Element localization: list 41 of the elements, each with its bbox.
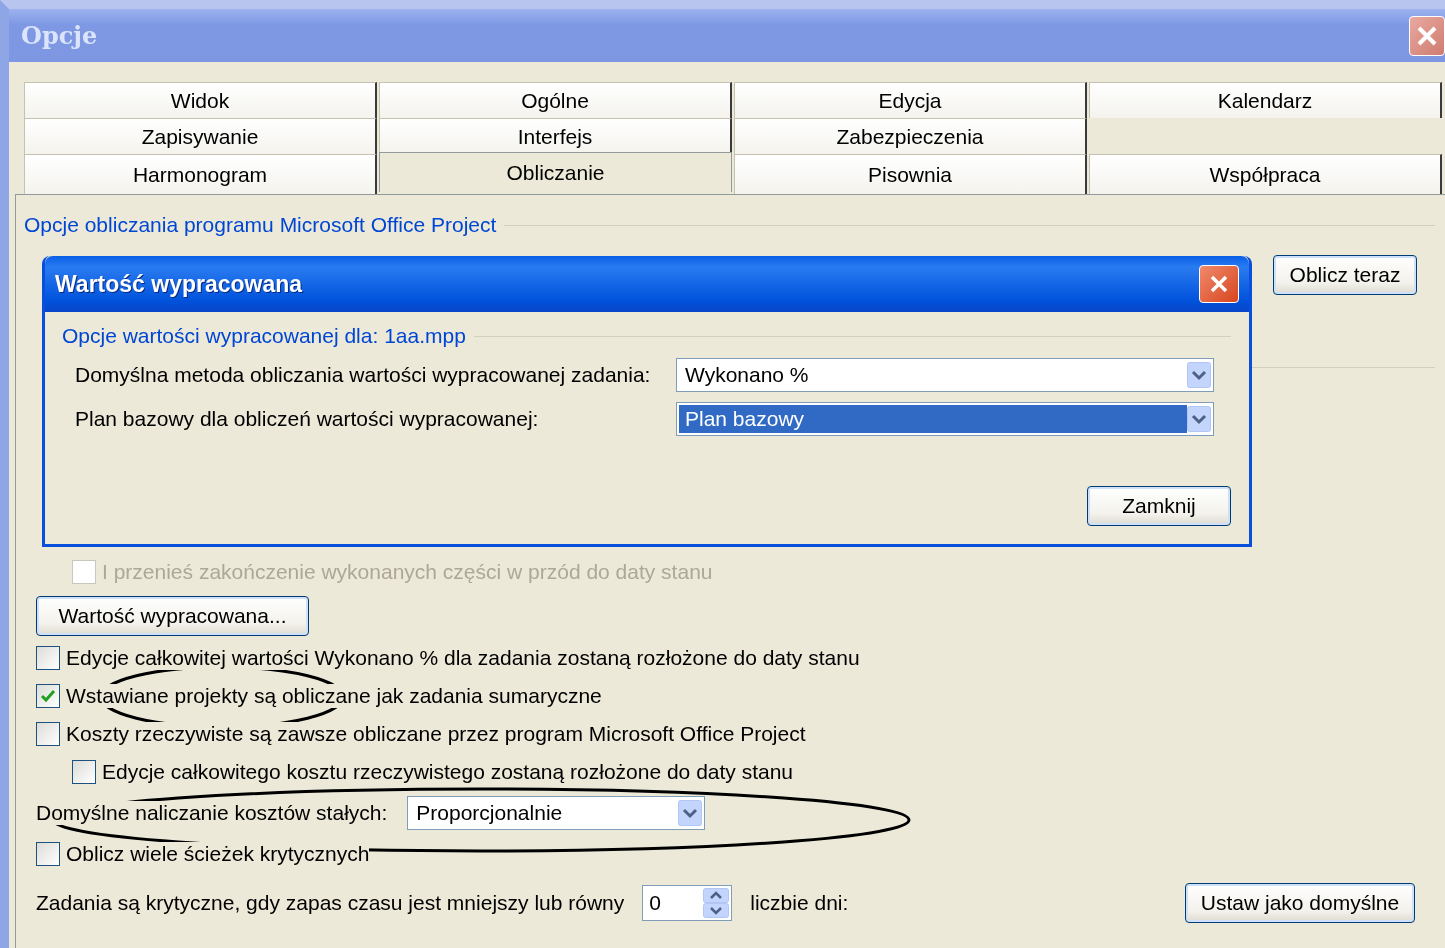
tab[interactable]: Edycja — [734, 82, 1087, 118]
checkbox[interactable] — [36, 722, 60, 746]
dropdown-field[interactable]: Plan bazowy — [676, 402, 1214, 436]
checkbox-label: Oblicz wiele ścieżek krytycznych — [66, 842, 370, 866]
close-button[interactable] — [1409, 15, 1445, 56]
tab[interactable]: Interfejs — [379, 118, 732, 154]
close-icon — [1208, 273, 1230, 295]
dialog-title: Wartość wypracowana — [55, 270, 303, 298]
checkbox-label: Koszty rzeczywiste są zawsze obliczane przez program Microsoft Office Project — [66, 722, 806, 746]
close-dialog-button[interactable]: Zamknij — [1087, 486, 1231, 526]
group-title: Opcje obliczania programu Microsoft Office Project — [24, 213, 1435, 237]
dropdown-field[interactable]: Wykonano % — [676, 358, 1214, 392]
tab[interactable]: Kalendarz — [1089, 82, 1442, 118]
calculate-now-button[interactable]: Oblicz teraz — [1273, 255, 1417, 295]
tab[interactable]: Pisownia — [734, 154, 1087, 194]
tab[interactable]: Zapisywanie — [24, 118, 377, 154]
check-icon — [40, 688, 56, 704]
tab[interactable]: Widok — [24, 82, 377, 118]
checkbox[interactable] — [36, 684, 60, 708]
tab[interactable]: Zabezpieczenia — [734, 118, 1087, 154]
checkbox-label: Wstawiane projekty są obliczane jak zadania sumaryczne — [66, 684, 602, 708]
set-default-button[interactable]: Ustaw jako domyślne — [1185, 883, 1415, 923]
spin-arrows-icon[interactable] — [703, 888, 730, 918]
dropdown-field[interactable]: Proporcjonalnie — [407, 796, 706, 830]
field-label: Domyślne naliczanie kosztów stałych: — [36, 801, 388, 825]
earned-value-button[interactable]: Wartość wypracowana... — [36, 596, 309, 636]
group-title: Opcje wartości wypracowanej dla: 1aa.mpp — [62, 324, 1231, 348]
unit-label: liczbie dni: — [750, 891, 849, 915]
checkbox[interactable] — [36, 646, 60, 670]
field-label: Zadania są krytyczne, gdy zapas czasu jest mniejszy lub równy — [36, 891, 625, 915]
tab[interactable]: Ogólne — [379, 82, 732, 118]
checkbox[interactable] — [72, 760, 96, 784]
number-spinner[interactable]: 0 — [642, 885, 733, 921]
checkbox[interactable] — [36, 842, 60, 866]
tab[interactable]: Współpraca — [1089, 154, 1442, 194]
close-button[interactable] — [1199, 265, 1239, 303]
field-label: Domyślna metoda obliczania wartości wypracowanej zadania: — [75, 363, 651, 387]
tab[interactable]: Obliczanie — [379, 152, 732, 192]
tab[interactable]: Harmonogram — [24, 154, 377, 194]
field-label: Plan bazowy dla obliczeń wartości wypracowanej: — [75, 407, 539, 431]
window-title: Opcje — [21, 21, 98, 50]
